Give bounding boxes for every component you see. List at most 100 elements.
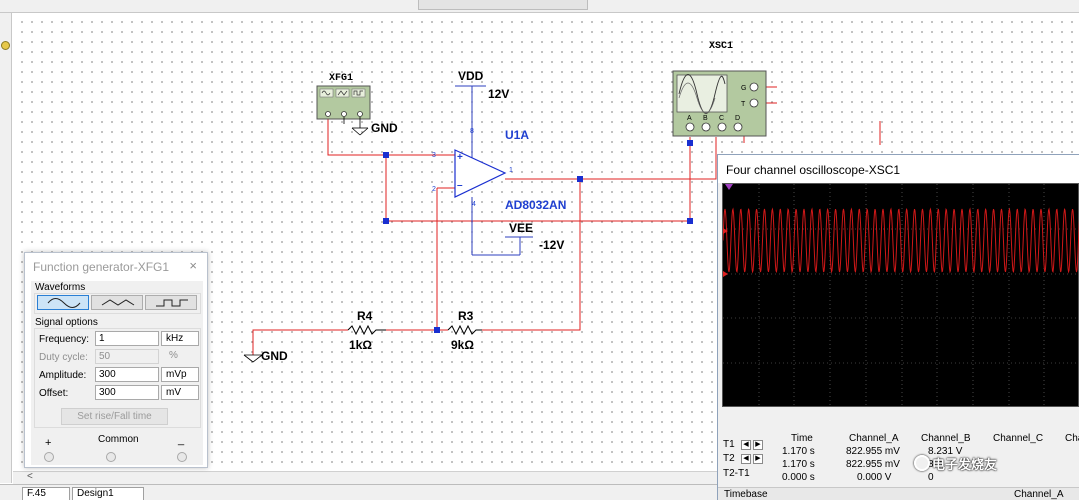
cursor-t2t1-label: T2-T1 <box>723 468 750 479</box>
set-rise-fall-button[interactable]: Set rise/Fall time <box>61 408 168 425</box>
col-channel-c-header: Channel_C <box>993 433 1044 444</box>
col-time-header: Time <box>791 433 813 444</box>
left-toolbar <box>0 13 12 483</box>
t1-right-arrow-icon[interactable]: ▶ <box>753 440 763 450</box>
pin-8-label: 8 <box>470 128 474 135</box>
resistor-r3[interactable] <box>447 324 482 336</box>
sine-wave-button[interactable] <box>37 295 89 310</box>
r3-label: R3 <box>458 309 474 323</box>
probe-tool-icon[interactable] <box>1 41 10 50</box>
cursor-t2-label: T2 <box>723 453 735 464</box>
amplitude-unit-select[interactable]: mVp <box>161 367 199 382</box>
pin-3-label: 3 <box>432 152 436 159</box>
gnd-label-1: GND <box>371 121 398 135</box>
oscilloscope-symbol[interactable] <box>672 70 767 137</box>
horizontal-scrollbar[interactable]: < <box>13 471 720 484</box>
scope-terminal-a: A <box>687 115 692 122</box>
minus-terminal-label: _ <box>178 434 185 446</box>
scope-terminal-d: D <box>735 115 740 122</box>
tab-design1[interactable]: Design1 <box>72 487 144 500</box>
pin-2-label: 2 <box>432 186 436 193</box>
duty-cycle-unit: % <box>169 350 178 361</box>
fg-window-title: Function generator-XFG1 <box>33 260 170 274</box>
t2t1-channel-a-value: 0.000 V <box>857 472 892 483</box>
r4-label: R4 <box>357 309 373 323</box>
scope-terminal-t: T <box>741 101 746 108</box>
offset-input[interactable]: 300 <box>95 385 159 400</box>
vee-label: VEE <box>509 221 533 235</box>
xsc1-label: XSC1 <box>709 41 733 52</box>
scope-terminal-g: G <box>741 85 746 92</box>
frequency-label: Frequency: <box>39 334 90 345</box>
t2-left-arrow-icon[interactable]: ◀ <box>741 454 751 464</box>
common-terminal-label: Common <box>98 434 139 445</box>
cursor-t1-label: T1 <box>723 439 735 450</box>
osc-grid <box>723 184 1079 408</box>
t1-left-arrow-icon[interactable]: ◀ <box>741 440 751 450</box>
channel-a-trace <box>723 207 1079 274</box>
osc-settings-bar: Timebase Channel_A <box>718 487 1079 500</box>
oscilloscope-window[interactable]: Four channel oscilloscope-XSC1 T1 T2 T2-… <box>717 154 1079 500</box>
amplitude-label: Amplitude: <box>39 370 87 381</box>
r3-value: 9kΩ <box>451 338 474 352</box>
triangle-wave-icon <box>101 299 135 306</box>
watermark-text: 电子发烧友 <box>932 457 998 472</box>
simulation-toolbar[interactable] <box>418 0 588 10</box>
trigger-marker-icon <box>725 184 733 190</box>
resistor-r4[interactable] <box>347 324 386 336</box>
t2-right-arrow-icon[interactable]: ▶ <box>753 454 763 464</box>
offset-unit-select[interactable]: mV <box>161 385 199 400</box>
oscilloscope-trace-area <box>723 184 1079 408</box>
t1-time-value: 1.170 s <box>782 446 815 457</box>
col-channel-b-header: Channel_B <box>921 433 971 444</box>
timebase-label: Timebase <box>724 489 768 500</box>
gnd-label-2: GND <box>261 349 288 363</box>
function-generator-symbol[interactable] <box>316 85 371 124</box>
xfg1-label: XFG1 <box>329 73 353 84</box>
col-channel-d-header: Cha <box>1065 433 1079 444</box>
vdd-value: 12V <box>488 87 509 101</box>
osc-window-title: Four channel oscilloscope-XSC1 <box>726 163 901 177</box>
vdd-label: VDD <box>458 69 484 83</box>
r4-value: 1kΩ <box>349 338 372 352</box>
plus-terminal-label: + <box>45 437 52 449</box>
fg-panel: Waveforms Signal options Frequency: 1 kH… <box>31 281 203 465</box>
common-terminal[interactable] <box>106 452 116 462</box>
pin-1-label: 1 <box>509 167 513 174</box>
duty-cycle-label: Duty cycle: <box>39 352 88 363</box>
close-icon[interactable]: × <box>189 258 197 273</box>
ground-symbol-2 <box>243 354 263 363</box>
scroll-left-icon[interactable]: < <box>27 471 33 482</box>
amplitude-input[interactable]: 300 <box>95 367 159 382</box>
minus-terminal[interactable] <box>177 452 187 462</box>
function-generator-window[interactable]: Function generator-XFG1 × Waveforms Sign… <box>24 252 208 468</box>
frequency-input[interactable]: 1 <box>95 331 159 346</box>
svg-text:–: – <box>457 180 463 191</box>
square-wave-icon <box>156 299 188 307</box>
opamp-ref-label: U1A <box>505 128 529 142</box>
t2t1-channel-b-value: 0 <box>928 472 934 483</box>
design-tab-bar: F.45 Design1 <box>0 484 720 500</box>
col-channel-a-header: Channel_A <box>849 433 899 444</box>
square-wave-button[interactable] <box>145 295 197 310</box>
plus-terminal[interactable] <box>44 452 54 462</box>
t2-channel-a-value: 822.955 mV <box>846 459 900 470</box>
waveforms-group-label: Waveforms <box>35 282 86 293</box>
watermark-logo-icon <box>914 455 930 471</box>
opamp-u1a[interactable]: + – <box>454 149 507 198</box>
pin-4-label: 4 <box>472 201 476 208</box>
oscilloscope-display[interactable] <box>722 183 1079 408</box>
triangle-wave-button[interactable] <box>91 295 143 310</box>
signal-options-label: Signal options <box>35 317 98 328</box>
t2t1-time-value: 0.000 s <box>782 472 815 483</box>
scope-terminal-b: B <box>703 115 708 122</box>
channel-a-marker-icon <box>723 271 728 277</box>
osc-titlebar[interactable]: Four channel oscilloscope-XSC1 <box>718 155 1079 183</box>
tab-f45[interactable]: F.45 <box>22 487 70 500</box>
frequency-unit-select[interactable]: kHz <box>161 331 199 346</box>
duty-cycle-input[interactable]: 50 <box>95 349 159 364</box>
channel-a-settings-label: Channel_A <box>1014 489 1064 500</box>
t1-channel-a-value: 822.955 mV <box>846 446 900 457</box>
junction-dots <box>383 140 693 333</box>
svg-text:+: + <box>457 152 463 163</box>
